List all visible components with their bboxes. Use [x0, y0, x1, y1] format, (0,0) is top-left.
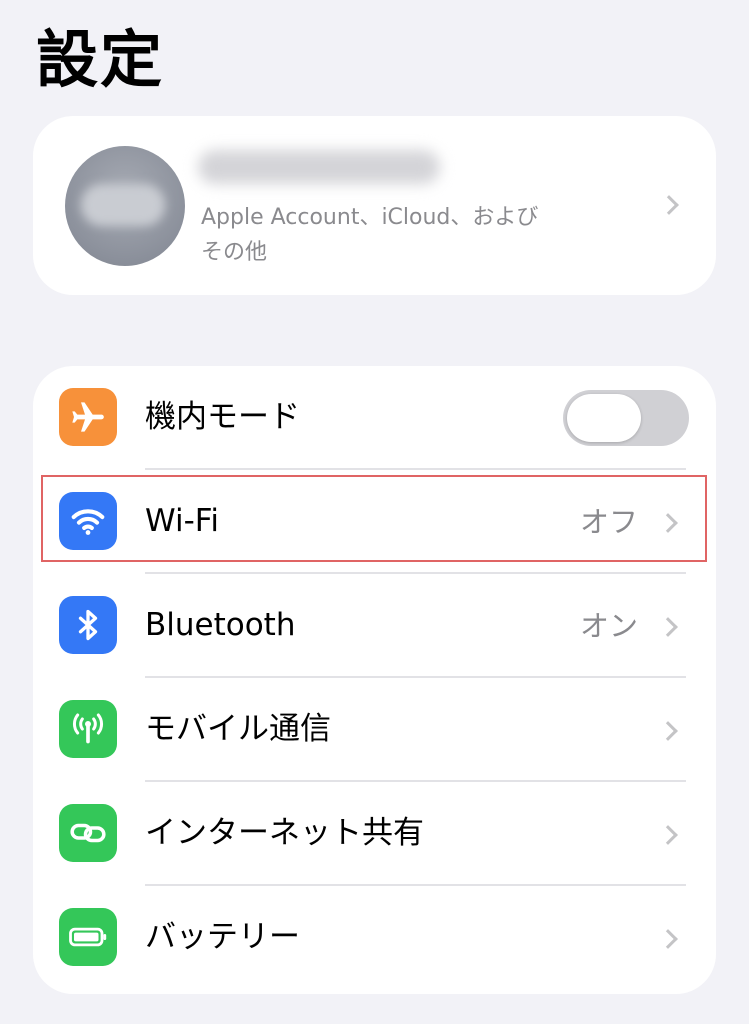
chevron-right-icon	[658, 825, 678, 845]
battery-icon	[59, 908, 117, 966]
airplane-mode-label: 機内モード	[145, 399, 300, 435]
chevron-right-icon	[658, 721, 678, 741]
bluetooth-status: オン	[579, 609, 638, 643]
chevron-right-icon	[658, 617, 678, 637]
settings-row-battery[interactable]: バッテリー	[33, 886, 716, 990]
antenna-icon	[59, 700, 117, 758]
airplane-icon	[59, 388, 117, 446]
bluetooth-icon	[59, 596, 117, 654]
link-icon	[59, 804, 117, 862]
chevron-right-icon	[658, 513, 678, 533]
avatar-redacted	[81, 184, 165, 226]
wifi-status: オフ	[579, 505, 638, 539]
airplane-mode-toggle[interactable]	[563, 390, 689, 446]
personal-hotspot-label: インターネット共有	[145, 815, 424, 851]
settings-list: 機内モード Wi-Fi オフ Bluetooth オン モバイル通信 インターネ…	[33, 366, 716, 994]
settings-row-wifi[interactable]: Wi-Fi オフ	[33, 470, 716, 574]
wifi-label: Wi-Fi	[145, 503, 219, 539]
account-name-redacted	[198, 150, 440, 184]
settings-row-bluetooth[interactable]: Bluetooth オン	[33, 574, 716, 678]
account-subtitle-line1: Apple Account、iCloud、および	[201, 205, 539, 230]
wifi-icon	[59, 492, 117, 550]
settings-row-cellular[interactable]: モバイル通信	[33, 678, 716, 782]
toggle-knob	[567, 394, 641, 442]
bluetooth-label: Bluetooth	[145, 607, 296, 643]
avatar	[65, 146, 185, 266]
chevron-right-icon	[659, 195, 679, 215]
cellular-label: モバイル通信	[145, 711, 331, 747]
page-title: 設定	[36, 23, 165, 96]
account-card[interactable]: Apple Account、iCloud、および その他	[33, 116, 716, 295]
settings-row-personal-hotspot[interactable]: インターネット共有	[33, 782, 716, 886]
settings-row-airplane-mode[interactable]: 機内モード	[33, 366, 716, 470]
settings-screen: 設定 Apple Account、iCloud、および その他 機内モード Wi…	[0, 0, 749, 1024]
chevron-right-icon	[658, 929, 678, 949]
account-subtitle-line2: その他	[201, 240, 268, 265]
account-subtitle: Apple Account、iCloud、および その他	[201, 200, 601, 270]
battery-label: バッテリー	[145, 919, 300, 955]
